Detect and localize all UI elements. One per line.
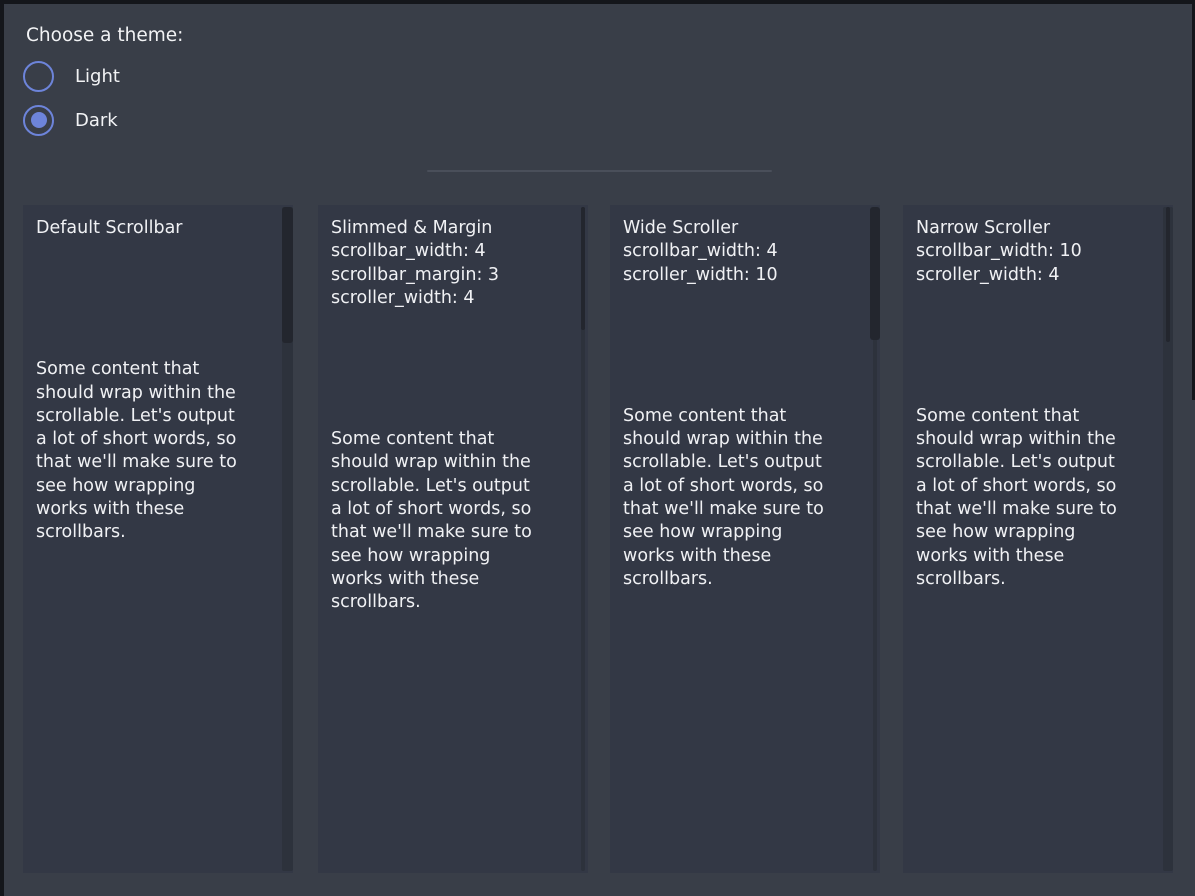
panel-narrow-scroller: Narrow Scrollerscrollbar_width: 10scroll… bbox=[903, 205, 1173, 873]
panel-wide-scroller: Wide Scrollerscrollbar_width: 4scroller_… bbox=[610, 205, 880, 873]
config-line: scrollbar_width: 4 bbox=[623, 240, 856, 263]
theme-chooser: Choose a theme: Light Dark bbox=[23, 24, 183, 142]
radio-unchecked-icon[interactable] bbox=[23, 61, 54, 92]
body-line: scrollbars. bbox=[331, 591, 564, 614]
theme-radio-group: Light Dark bbox=[23, 54, 183, 142]
body-line: should wrap within the bbox=[916, 428, 1149, 451]
radio-label-light[interactable]: Light bbox=[75, 66, 120, 87]
panel-slimmed-margin: Slimmed & Marginscrollbar_width: 4scroll… bbox=[318, 205, 588, 873]
body-line: scrollbars. bbox=[36, 521, 269, 544]
panel-body-text: Some content thatshould wrap within thes… bbox=[331, 428, 564, 614]
radio-checked-icon[interactable] bbox=[23, 105, 54, 136]
panel-default-scrollbar: Default Scrollbar Some content thatshould… bbox=[23, 205, 293, 873]
body-line: Some content that bbox=[36, 358, 269, 381]
scrollable-content[interactable]: Slimmed & Marginscrollbar_width: 4scroll… bbox=[318, 205, 588, 873]
window-border-top bbox=[0, 0, 1195, 4]
body-line: should wrap within the bbox=[36, 382, 269, 405]
body-line: scrollbars. bbox=[916, 568, 1149, 591]
body-line: scrollbars. bbox=[623, 568, 856, 591]
window-border-left bbox=[0, 0, 4, 896]
body-line: Some content that bbox=[623, 405, 856, 428]
body-line: a lot of short words, so bbox=[916, 475, 1149, 498]
body-line: should wrap within the bbox=[331, 451, 564, 474]
body-line: Some content that bbox=[916, 405, 1149, 428]
body-line: that we'll make sure to bbox=[331, 521, 564, 544]
config-line: scroller_width: 10 bbox=[623, 264, 856, 287]
config-line: scroller_width: 4 bbox=[916, 264, 1149, 287]
scrollable-content[interactable]: Wide Scrollerscrollbar_width: 4scroller_… bbox=[610, 205, 880, 873]
radio-option-light[interactable]: Light bbox=[23, 54, 183, 98]
config-line: scrollbar_margin: 3 bbox=[331, 264, 564, 287]
theme-prompt: Choose a theme: bbox=[26, 24, 183, 48]
panel-body-text: Some content thatshould wrap within thes… bbox=[36, 358, 269, 544]
scrollbar-track[interactable] bbox=[873, 207, 877, 871]
scrollbar-track[interactable] bbox=[581, 207, 585, 871]
body-line: works with these bbox=[916, 545, 1149, 568]
body-line: should wrap within the bbox=[623, 428, 856, 451]
body-line: see how wrapping bbox=[331, 545, 564, 568]
body-line: that we'll make sure to bbox=[916, 498, 1149, 521]
body-line: a lot of short words, so bbox=[623, 475, 856, 498]
body-line: Some content that bbox=[331, 428, 564, 451]
body-line: that we'll make sure to bbox=[623, 498, 856, 521]
section-divider bbox=[427, 170, 772, 172]
body-line: scrollable. Let's output bbox=[623, 451, 856, 474]
scrollbar-track[interactable] bbox=[282, 207, 293, 871]
panel-title: Slimmed & Margin bbox=[331, 217, 564, 240]
panel-body-text: Some content thatshould wrap within thes… bbox=[623, 405, 856, 591]
radio-dot bbox=[31, 112, 47, 128]
body-line: scrollable. Let's output bbox=[331, 475, 564, 498]
body-line: see how wrapping bbox=[623, 521, 856, 544]
panel-title: Default Scrollbar bbox=[36, 217, 269, 240]
scrollbar-thumb[interactable] bbox=[870, 207, 880, 340]
body-line: a lot of short words, so bbox=[36, 428, 269, 451]
radio-dot bbox=[31, 68, 47, 84]
panel-body-text: Some content thatshould wrap within thes… bbox=[916, 405, 1149, 591]
radio-label-dark[interactable]: Dark bbox=[75, 110, 118, 131]
panel-title: Wide Scroller bbox=[623, 217, 856, 240]
scrollbar-track[interactable] bbox=[1163, 207, 1173, 871]
scrollbar-thumb[interactable] bbox=[581, 207, 585, 330]
scrollable-content[interactable]: Default Scrollbar Some content thatshould… bbox=[23, 205, 293, 873]
body-line: scrollable. Let's output bbox=[916, 451, 1149, 474]
body-line: works with these bbox=[36, 498, 269, 521]
config-line: scroller_width: 4 bbox=[331, 287, 564, 310]
body-line: scrollable. Let's output bbox=[36, 405, 269, 428]
body-line: see how wrapping bbox=[36, 475, 269, 498]
panel-title: Narrow Scroller bbox=[916, 217, 1149, 240]
body-line: a lot of short words, so bbox=[331, 498, 564, 521]
scrollbar-thumb[interactable] bbox=[1166, 207, 1170, 342]
config-line: scrollbar_width: 10 bbox=[916, 240, 1149, 263]
body-line: works with these bbox=[623, 545, 856, 568]
body-line: works with these bbox=[331, 568, 564, 591]
scrollbar-thumb[interactable] bbox=[282, 207, 293, 343]
config-line: scrollbar_width: 4 bbox=[331, 240, 564, 263]
body-line: see how wrapping bbox=[916, 521, 1149, 544]
radio-option-dark[interactable]: Dark bbox=[23, 98, 183, 142]
scrollable-content[interactable]: Narrow Scrollerscrollbar_width: 10scroll… bbox=[903, 205, 1173, 873]
body-line: that we'll make sure to bbox=[36, 451, 269, 474]
